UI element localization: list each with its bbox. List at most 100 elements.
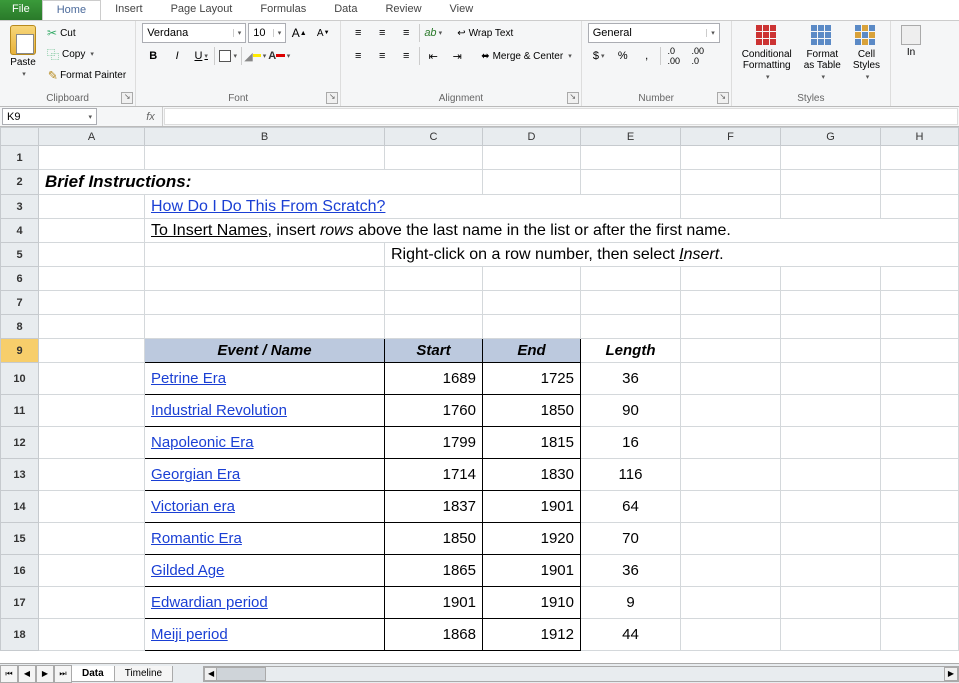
table-cell-name[interactable]: Meiji period	[145, 619, 385, 651]
cell[interactable]	[39, 146, 145, 170]
number-format-combo[interactable]: General▾	[588, 23, 720, 43]
cell[interactable]	[781, 587, 881, 619]
cell-link[interactable]: How Do I Do This From Scratch?	[145, 195, 681, 219]
row-header-14[interactable]: 14	[1, 491, 39, 523]
cell[interactable]	[881, 459, 959, 491]
table-cell-name[interactable]: Victorian era	[145, 491, 385, 523]
row-header-15[interactable]: 15	[1, 523, 39, 555]
tab-file[interactable]: File	[0, 0, 42, 20]
cell[interactable]	[581, 315, 681, 339]
cell[interactable]	[781, 491, 881, 523]
cell[interactable]	[483, 291, 581, 315]
row-header-4[interactable]: 4	[1, 219, 39, 243]
cell[interactable]	[581, 146, 681, 170]
cell[interactable]	[39, 267, 145, 291]
cell[interactable]	[385, 267, 483, 291]
howto-link[interactable]: How Do I Do This From Scratch?	[151, 198, 385, 215]
table-cell-end[interactable]: 1901	[483, 491, 581, 523]
cell[interactable]	[39, 339, 145, 363]
percent-button[interactable]: %	[612, 46, 634, 66]
row-header-12[interactable]: 12	[1, 427, 39, 459]
cell[interactable]	[881, 146, 959, 170]
sheet-nav-last[interactable]: ⏭	[54, 665, 72, 683]
cell[interactable]	[39, 459, 145, 491]
cell[interactable]	[681, 363, 781, 395]
tab-view[interactable]: View	[436, 0, 488, 20]
cell[interactable]	[781, 146, 881, 170]
align-center-button[interactable]: ≡	[371, 46, 393, 66]
cell[interactable]	[39, 195, 145, 219]
scroll-thumb[interactable]	[216, 667, 266, 681]
cell[interactable]	[39, 219, 145, 243]
wrap-text-button[interactable]: ↩Wrap Text	[454, 23, 516, 43]
cell[interactable]	[681, 339, 781, 363]
font-color-button[interactable]: A▾	[268, 46, 290, 66]
event-link[interactable]: Industrial Revolution	[151, 402, 287, 419]
select-all-corner[interactable]	[1, 128, 39, 146]
font-family-combo[interactable]: Verdana▾	[142, 23, 246, 43]
table-cell-name[interactable]: Georgian Era	[145, 459, 385, 491]
shrink-font-button[interactable]: A▼	[312, 23, 334, 43]
table-cell-end[interactable]: 1901	[483, 555, 581, 587]
table-cell-length[interactable]: 9	[581, 587, 681, 619]
table-cell-start[interactable]: 1837	[385, 491, 483, 523]
cell[interactable]	[385, 315, 483, 339]
col-header-F[interactable]: F	[681, 128, 781, 146]
table-cell-length[interactable]: 36	[581, 555, 681, 587]
col-header-C[interactable]: C	[385, 128, 483, 146]
col-header-D[interactable]: D	[483, 128, 581, 146]
cell[interactable]	[483, 267, 581, 291]
table-cell-end[interactable]: 1725	[483, 363, 581, 395]
row-header-18[interactable]: 18	[1, 619, 39, 651]
cell[interactable]	[681, 491, 781, 523]
col-header-A[interactable]: A	[39, 128, 145, 146]
cell[interactable]	[781, 427, 881, 459]
cell[interactable]	[881, 195, 959, 219]
cell[interactable]	[881, 291, 959, 315]
cell[interactable]	[681, 267, 781, 291]
table-cell-start[interactable]: 1689	[385, 363, 483, 395]
event-link[interactable]: Gilded Age	[151, 562, 224, 579]
sheet-tab-timeline[interactable]: Timeline	[114, 666, 173, 682]
table-header-length[interactable]: Length	[581, 339, 681, 363]
cell[interactable]	[881, 170, 959, 195]
cell[interactable]	[681, 427, 781, 459]
cell[interactable]	[145, 315, 385, 339]
event-link[interactable]: Meiji period	[151, 626, 228, 643]
table-cell-name[interactable]: Edwardian period	[145, 587, 385, 619]
cell[interactable]	[681, 523, 781, 555]
event-link[interactable]: Napoleonic Era	[151, 434, 254, 451]
tab-insert[interactable]: Insert	[101, 0, 157, 20]
cell[interactable]	[39, 555, 145, 587]
cell[interactable]	[781, 170, 881, 195]
cell[interactable]	[681, 395, 781, 427]
increase-decimal-button[interactable]: .0.00	[663, 46, 685, 66]
table-cell-name[interactable]: Gilded Age	[145, 555, 385, 587]
cell[interactable]	[781, 459, 881, 491]
cell[interactable]	[39, 243, 145, 267]
table-cell-start[interactable]: 1799	[385, 427, 483, 459]
cell[interactable]	[581, 291, 681, 315]
event-link[interactable]: Petrine Era	[151, 370, 226, 387]
cut-button[interactable]: Cut	[44, 23, 129, 43]
font-size-combo[interactable]: 10▾	[248, 23, 286, 43]
cell[interactable]	[581, 170, 681, 195]
tab-home[interactable]: Home	[42, 0, 101, 20]
align-left-button[interactable]: ≡	[347, 46, 369, 66]
decrease-decimal-button[interactable]: .00.0	[687, 46, 709, 66]
cell[interactable]	[881, 619, 959, 651]
event-link[interactable]: Victorian era	[151, 498, 235, 515]
align-middle-button[interactable]: ≡	[371, 23, 393, 43]
row-header-16[interactable]: 16	[1, 555, 39, 587]
cell[interactable]	[483, 146, 581, 170]
table-cell-length[interactable]: 44	[581, 619, 681, 651]
cell[interactable]	[681, 619, 781, 651]
italic-button[interactable]: I	[166, 46, 188, 66]
cell[interactable]	[781, 395, 881, 427]
horizontal-scrollbar[interactable]: ◀ ▶	[203, 666, 959, 682]
event-link[interactable]: Georgian Era	[151, 466, 240, 483]
grow-font-button[interactable]: A▲	[288, 23, 310, 43]
cell[interactable]	[881, 427, 959, 459]
cell[interactable]	[39, 523, 145, 555]
insert-cells-button[interactable]: In	[897, 23, 925, 60]
